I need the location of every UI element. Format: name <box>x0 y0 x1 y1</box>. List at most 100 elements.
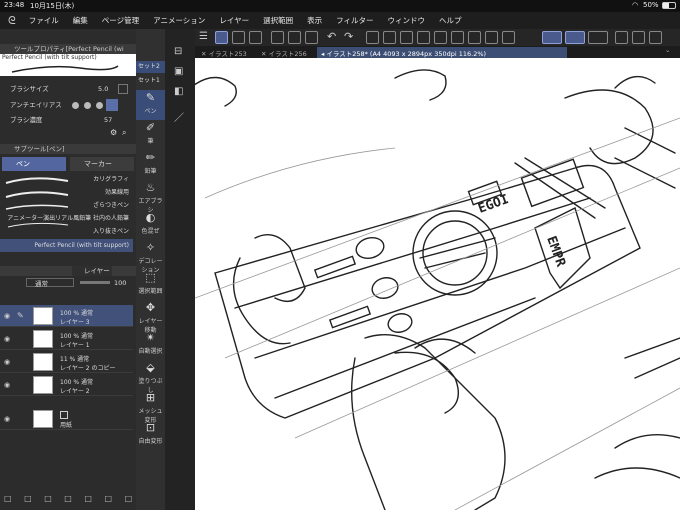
menu-selection[interactable]: 選択範囲 <box>256 15 300 26</box>
eye-icon[interactable]: ◉ <box>4 381 10 389</box>
stroke-preview-icon <box>11 65 119 73</box>
opacity-slider[interactable] <box>80 281 110 284</box>
stabilizer-2-icon[interactable] <box>565 31 585 44</box>
tool-selection[interactable]: ⬚ 選択範囲 <box>136 270 165 300</box>
tab-illust258[interactable]: ◂ イラスト258* (A4 4093 x 2894px 350dpi 116.… <box>317 47 567 58</box>
layer-row-1[interactable]: ◉ 100 % 通常 レイヤー 1 <box>0 328 133 350</box>
undo-icon[interactable]: ↶ <box>327 31 340 44</box>
menu-page[interactable]: ページ管理 <box>95 15 146 26</box>
menu-layer[interactable]: レイヤー <box>212 15 256 26</box>
layer-row-3[interactable]: ◉ ✎ 100 % 通常 レイヤー 3 <box>0 305 133 327</box>
tool-airbrush[interactable]: ♨ エアブラシ <box>136 180 165 214</box>
guide-icon[interactable] <box>502 31 515 44</box>
tool-decoration[interactable]: ✧ デコレーション <box>136 240 165 274</box>
tool-property-header[interactable]: ツールプロパティ[Perfect Pencil (wi <box>0 44 136 54</box>
tool-move[interactable]: ✥ レイヤー移動 <box>136 300 165 334</box>
tool-pencil[interactable]: ✏ 鉛筆 <box>136 150 165 180</box>
clear-icon[interactable] <box>366 31 379 44</box>
eye-mode-icon[interactable] <box>249 31 262 44</box>
snap-icon[interactable] <box>632 31 645 44</box>
material-icon[interactable]: ⊟ <box>174 46 182 57</box>
layer-row-paper[interactable]: ◉ 用紙 <box>0 408 133 430</box>
menu-edit[interactable]: 編集 <box>66 15 95 26</box>
stabilizer-3-icon[interactable] <box>588 31 608 44</box>
new-file-icon[interactable] <box>271 31 284 44</box>
tool-brush[interactable]: ✐ 筆 <box>136 120 165 150</box>
pen-icon: ✎ <box>145 91 156 104</box>
subtool-group-tabs: ペン マーカー <box>0 157 136 171</box>
layer-name: レイヤー 3 <box>60 319 90 326</box>
tool-blend[interactable]: ◐ 色混ぜ <box>136 210 165 240</box>
menu-filter[interactable]: フィルター <box>329 15 380 26</box>
eye-icon[interactable]: ◉ <box>4 358 10 366</box>
tool-auto-select[interactable]: ✴ 自動選択 <box>136 330 165 360</box>
menu-animation[interactable]: アニメーション <box>146 15 212 26</box>
flip-icon[interactable] <box>649 31 662 44</box>
antialias-none[interactable] <box>72 102 79 109</box>
layer-row-2[interactable]: ◉ 100 % 通常 レイヤー 2 <box>0 374 133 396</box>
open-file-icon[interactable] <box>288 31 301 44</box>
brush-density-label: ブラシ濃度 <box>10 116 43 124</box>
antialias-strong[interactable] <box>106 99 118 111</box>
layer-row-2-copy[interactable]: ◉ 11 % 通常 レイヤー 2 のコピー <box>0 351 133 373</box>
redo-icon[interactable]: ↷ <box>344 31 357 44</box>
subtool-header[interactable]: サブツール[ペン] <box>0 144 136 154</box>
eye-icon[interactable]: ◉ <box>4 415 10 423</box>
blend-icon: ◐ <box>145 211 156 224</box>
save-icon[interactable] <box>305 31 318 44</box>
deselect-icon[interactable] <box>417 31 430 44</box>
tool-set-2[interactable]: セット2 <box>136 61 165 73</box>
brush-density-row[interactable]: ブラシ濃度 57 <box>0 115 136 126</box>
fill-selection-icon[interactable] <box>400 31 413 44</box>
brush-size-row[interactable]: ブラシサイズ 5.0 <box>0 84 136 95</box>
transform-icon-top[interactable] <box>485 31 498 44</box>
tool-transform[interactable]: ⊡ 自由変形 <box>136 420 165 450</box>
tab-illust256[interactable]: ✕ イラスト256 <box>257 47 311 58</box>
tab-pen-label: ペン <box>16 160 30 168</box>
antialias-mid[interactable] <box>96 102 103 109</box>
menu-file[interactable]: ファイル <box>22 15 66 26</box>
battery-icon <box>662 2 676 9</box>
hamburger-icon[interactable]: ☰ <box>199 31 212 44</box>
antialias-weak[interactable] <box>84 102 91 109</box>
pen-mode-icon[interactable] <box>215 31 228 44</box>
invert-selection-icon[interactable] <box>434 31 447 44</box>
selection-border-icon[interactable] <box>451 31 464 44</box>
layer-mode-icon[interactable] <box>232 31 245 44</box>
zoom-icon[interactable]: ⌕ <box>122 128 126 138</box>
layer-panel-tabs: レイヤー <box>0 266 136 276</box>
menu-window[interactable]: ウィンドウ <box>380 15 432 26</box>
tool-mesh[interactable]: ⊞ メッシュ変形 <box>136 390 165 424</box>
tool-pen[interactable]: ✎ ペン <box>136 90 165 120</box>
subtool-perfect-pencil[interactable]: Perfect Pencil (with tilt support) <box>0 239 133 252</box>
status-bar: 23:48 10月15日(木) ◠ 50% <box>0 0 680 12</box>
eye-icon[interactable]: ◉ <box>4 312 10 320</box>
crop-icon[interactable] <box>468 31 481 44</box>
drawing-canvas[interactable]: EGOI EMPR <box>195 58 680 510</box>
wrench-icon[interactable]: ⚙ <box>110 128 117 137</box>
tab-pen[interactable]: ペン <box>2 157 66 171</box>
tool-set-1[interactable]: セット1 <box>136 75 165 87</box>
layer-blend-label: 100 % 通常 <box>60 333 93 340</box>
tab-layer[interactable]: レイヤー <box>72 266 112 276</box>
menu-view[interactable]: 表示 <box>300 15 329 26</box>
ruler-icon[interactable] <box>615 31 628 44</box>
brush-name: Perfect Pencil (with tilt support) <box>2 54 97 61</box>
layer-footer-icons[interactable]: □ □ □ □ □ □ □ □ □ ⊟ <box>0 494 136 506</box>
layer-panel-icon[interactable]: ◧ <box>174 86 183 97</box>
brush-size-stepper[interactable] <box>118 84 128 94</box>
eye-icon[interactable]: ◉ <box>4 335 10 343</box>
blend-mode-select[interactable]: 通常 <box>26 278 74 288</box>
app-logo-icon[interactable]: ᘓ <box>0 14 22 28</box>
menu-help[interactable]: ヘルプ <box>432 15 469 26</box>
navigator-icon[interactable]: ▣ <box>174 66 183 77</box>
clear-outside-icon[interactable] <box>383 31 396 44</box>
tab-marker[interactable]: マーカー <box>70 157 134 171</box>
layer-blend-row: 通常 100 <box>0 278 136 288</box>
document-tabs: ✕ イラスト253 ✕ イラスト256 ◂ イラスト258* (A4 4093 … <box>195 46 680 58</box>
tool-fill[interactable]: ⬙ 塗りつぶし <box>136 360 165 394</box>
chevron-down-icon[interactable]: ⌄ <box>665 46 670 54</box>
tab-illust253[interactable]: ✕ イラスト253 <box>197 47 251 58</box>
stabilizer-1-icon[interactable] <box>542 31 562 44</box>
brush-side-icon[interactable]: ／ <box>174 109 184 124</box>
